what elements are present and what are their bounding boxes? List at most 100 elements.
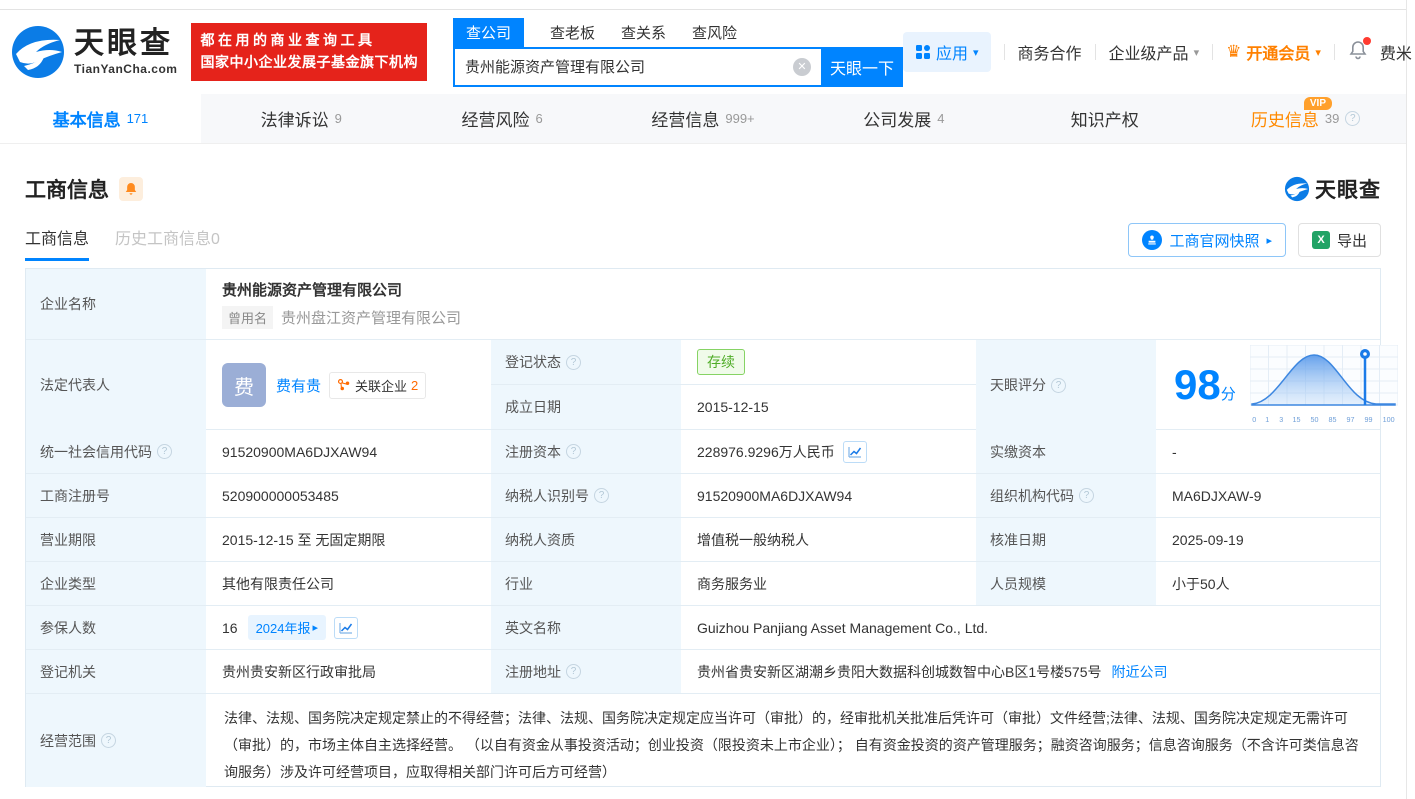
industry-label: 行业 — [491, 562, 681, 605]
trend-chart-icon[interactable] — [843, 441, 867, 463]
tab-operation-info[interactable]: 经营信息 999+ — [603, 94, 804, 143]
tab-basic-info[interactable]: 基本信息 171 — [0, 94, 201, 143]
tab-count: 999+ — [725, 111, 754, 126]
subtab-business-info[interactable]: 工商信息 — [25, 225, 89, 261]
export-button[interactable]: X 导出 — [1298, 223, 1381, 257]
tab-count: 171 — [127, 111, 149, 126]
insured-value: 16 2024年报 ▸ — [206, 606, 491, 649]
monitor-bell-button[interactable] — [119, 177, 143, 201]
search-input[interactable] — [453, 47, 821, 87]
nav-cooperation-label: 商务合作 — [1018, 40, 1082, 64]
help-icon[interactable]: ? — [594, 488, 609, 503]
company-type-value: 其他有限责任公司 — [206, 562, 491, 605]
tab-count: 39 — [1325, 111, 1339, 126]
nav-user[interactable]: 费米 ▾ — [1380, 40, 1415, 64]
score-distribution-chart[interactable]: 01 315 5085 9799 100 — [1250, 345, 1398, 424]
nav-apps[interactable]: 应用 ▾ — [903, 32, 991, 72]
logo-domain: TianYanCha.com — [74, 63, 177, 75]
help-icon[interactable]: ? — [1051, 378, 1066, 393]
notification-dot — [1363, 37, 1371, 45]
help-icon[interactable]: ? — [566, 355, 581, 370]
establish-date-label: 成立日期 — [491, 385, 681, 429]
tab-intellectual-property[interactable]: 知识产权 — [1004, 94, 1205, 143]
network-icon — [337, 378, 351, 392]
nav-cooperation[interactable]: 商务合作 — [1018, 40, 1082, 64]
help-icon[interactable]: ? — [101, 733, 116, 748]
tab-label: 法律诉讼 — [261, 106, 329, 131]
former-name: 贵州盘江资产管理有限公司 — [281, 307, 461, 328]
taxpayer-qual-label: 纳税人资质 — [491, 518, 681, 561]
paid-capital-value: - — [1156, 430, 1380, 473]
nearby-companies-link[interactable]: 附近公司 — [1111, 662, 1167, 682]
annual-report-badge[interactable]: 2024年报 ▸ — [248, 615, 326, 640]
search-tab-risk[interactable]: 查风险 — [692, 18, 737, 47]
subtab-actions: 工商官网快照 ▸ X 导出 — [1128, 223, 1381, 257]
promo-banner: 都在用的商业查询工具 国家中小企业发展子基金旗下机构 — [191, 23, 427, 80]
subtab-history-business-info[interactable]: 历史工商信息0 — [115, 225, 220, 261]
section-header: 工商信息 天眼查 — [25, 174, 1381, 204]
notification-bell[interactable] — [1348, 40, 1368, 65]
tab-label: 经营风险 — [462, 106, 530, 131]
scope-label: 经营范围 ? — [26, 694, 206, 787]
status-date-stack: 登记状态 ? 存续 成立日期 2015-12-15 — [491, 340, 976, 429]
uscc-label: 统一社会信用代码 ? — [26, 430, 206, 473]
grid-icon — [915, 44, 931, 60]
logo-text: 天眼查 TianYanCha.com — [74, 29, 177, 75]
table-row: 法定代表人 费 费有贵 关联企业 2 — [26, 339, 1380, 429]
search-tabs: 查公司 查老板 查关系 查风险 — [453, 18, 903, 47]
tab-operation-risk[interactable]: 经营风险 6 — [402, 94, 603, 143]
arrow-right-icon: ▸ — [313, 621, 319, 634]
insured-label: 参保人数 — [26, 606, 206, 649]
business-info-table: 企业名称 贵州能源资产管理有限公司 曾用名 贵州盘江资产管理有限公司 法定代表人… — [25, 268, 1381, 787]
legal-rep-link[interactable]: 费有贵 — [276, 375, 321, 396]
establish-date-cell: 2015-12-15 — [681, 385, 976, 429]
nav-vip-label: 开通会员 — [1246, 40, 1310, 64]
tab-count: 9 — [335, 111, 342, 126]
tab-legal-litigation[interactable]: 法律诉讼 9 — [201, 94, 402, 143]
table-row: 企业名称 贵州能源资产管理有限公司 曾用名 贵州盘江资产管理有限公司 — [26, 269, 1380, 339]
subtab-row: 工商信息 历史工商信息0 工商官网快照 ▸ X 导出 — [25, 222, 1381, 264]
reg-capital-label: 注册资本 ? — [491, 430, 681, 473]
help-icon[interactable]: ? — [157, 444, 172, 459]
help-icon[interactable]: ? — [566, 444, 581, 459]
tab-history-info[interactable]: VIP 历史信息 39 ? — [1205, 94, 1406, 143]
tab-company-development[interactable]: 公司发展 4 — [803, 94, 1004, 143]
taxpayer-id-label: 纳税人识别号 ? — [491, 474, 681, 517]
page-title: 工商信息 — [25, 174, 109, 204]
paid-capital-label: 实缴资本 — [976, 430, 1156, 473]
help-icon[interactable]: ? — [1079, 488, 1094, 503]
uscc-value: 91520900MA6DJXAW94 — [206, 430, 491, 473]
score-cell: 98分 — [1156, 340, 1408, 429]
chevron-down-icon: ▾ — [1194, 46, 1200, 59]
help-icon[interactable]: ? — [1345, 111, 1360, 126]
table-row: 经营范围 ? 法律、法规、国务院决定规定禁止的不得经营；法律、法规、国务院决定规… — [26, 693, 1380, 786]
table-row: 工商注册号 520900000053485 纳税人识别号 ? 91520900M… — [26, 473, 1380, 517]
clear-icon[interactable]: ✕ — [793, 58, 811, 76]
related-companies-badge[interactable]: 关联企业 2 — [329, 372, 426, 399]
promo-line2: 国家中小企业发展子基金旗下机构 — [200, 52, 418, 74]
avatar[interactable]: 费 — [222, 363, 266, 407]
nav-enterprise[interactable]: 企业级产品 ▾ — [1109, 40, 1200, 64]
nav-vip[interactable]: ♛ 开通会员 ▾ — [1226, 40, 1321, 64]
nav-user-label: 费米 — [1380, 40, 1412, 64]
table-row: 参保人数 16 2024年报 ▸ 英文名称 Guizhou Panjiang A… — [26, 605, 1380, 649]
company-name-label: 企业名称 — [26, 269, 206, 339]
search-tab-company[interactable]: 查公司 — [453, 18, 524, 47]
nav-separator — [1334, 44, 1335, 60]
reg-authority-value: 贵州贵安新区行政审批局 — [206, 650, 491, 693]
nav-separator — [1004, 44, 1005, 60]
org-code-value: MA6DJXAW-9 — [1156, 474, 1380, 517]
site-logo[interactable]: 天眼查 TianYanCha.com — [10, 24, 177, 80]
help-icon[interactable]: ? — [566, 664, 581, 679]
search-button[interactable]: 天眼一下 — [821, 47, 903, 87]
page: 天眼查 TianYanCha.com 都在用的商业查询工具 国家中小企业发展子基… — [0, 0, 1407, 799]
snapshot-button[interactable]: 工商官网快照 ▸ — [1128, 223, 1286, 257]
tab-count: 4 — [937, 111, 944, 126]
tianyancha-logo-icon — [1284, 176, 1310, 202]
search-tab-boss[interactable]: 查老板 — [550, 18, 595, 47]
search-row: ✕ 天眼一下 — [453, 47, 903, 87]
search-tab-relation[interactable]: 查关系 — [621, 18, 666, 47]
trend-chart-icon[interactable] — [334, 617, 358, 639]
snapshot-button-label: 工商官网快照 — [1169, 230, 1259, 251]
stamp-icon — [1142, 230, 1162, 250]
